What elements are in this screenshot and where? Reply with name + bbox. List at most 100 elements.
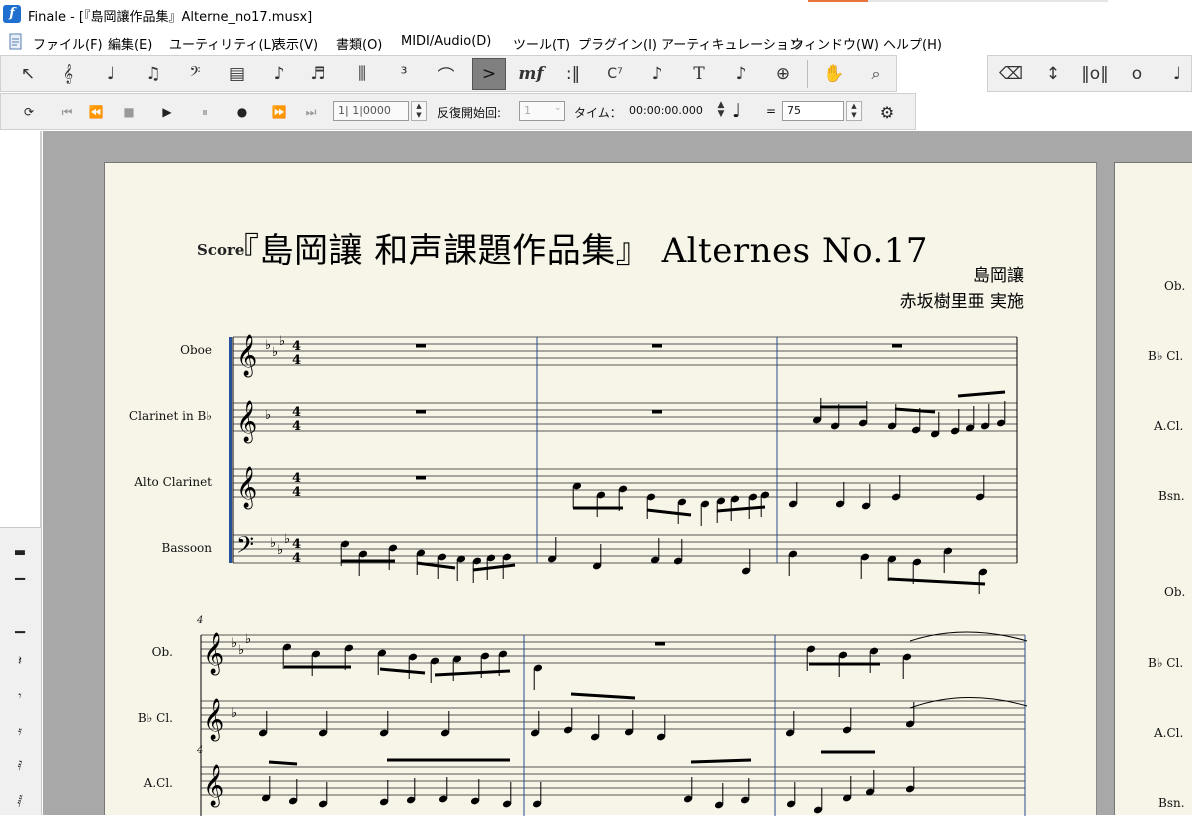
- score-page-2[interactable]: Ob. B♭ Cl. A.Cl. Bsn. Ob. B♭ Cl. A.Cl. B…: [1114, 162, 1192, 815]
- p2-inst-bassoon-2[interactable]: Bsn.: [1158, 796, 1185, 810]
- rewind-to-start-icon[interactable]: ⏮: [55, 101, 79, 123]
- note-tool-icon[interactable]: ♪: [262, 58, 296, 90]
- breve-icon[interactable]: ‖o‖: [1078, 58, 1112, 90]
- expression-tool-icon[interactable]: mf: [514, 58, 548, 90]
- record-icon[interactable]: ●: [230, 101, 254, 123]
- p2-inst-alto-clarinet-2[interactable]: A.Cl.: [1154, 726, 1183, 740]
- measure-position-field[interactable]: 1| 1|0000: [333, 101, 409, 121]
- resize-tool-icon[interactable]: ♪: [724, 58, 758, 90]
- position-spinner[interactable]: ▲ ▼: [411, 101, 427, 121]
- thirty-second-rest-icon[interactable]: 𝅀: [8, 756, 32, 778]
- arranger-text[interactable]: 赤坂樹里亜 実施: [900, 287, 1024, 312]
- tempo-unit-spinner[interactable]: ▲ ▼: [713, 101, 729, 121]
- menu-help[interactable]: ヘルプ(H): [883, 34, 942, 53]
- grace-tool-icon[interactable]: ♬: [301, 58, 335, 90]
- toolbar-separator: [807, 60, 808, 88]
- chord-tool-icon[interactable]: C⁷: [598, 58, 632, 90]
- score-title[interactable]: 『島岡讓 和声課題作品集』 Alternes No.17: [225, 223, 928, 272]
- quarter-rest-pal-icon[interactable]: ▁: [8, 616, 32, 638]
- p2-inst-clarinet[interactable]: B♭ Cl.: [1148, 349, 1183, 363]
- lyrics-tool-icon[interactable]: ♪: [640, 58, 674, 90]
- text-tool-icon[interactable]: T: [682, 58, 716, 90]
- quarter-rest-icon[interactable]: 𝄽: [8, 651, 32, 673]
- sixteenth-rest-icon[interactable]: 𝄿: [8, 721, 32, 743]
- scrub-icon[interactable]: ⟳: [17, 101, 41, 123]
- staff-styles-icon[interactable]: ⫼: [345, 58, 379, 90]
- instrument-short-oboe[interactable]: Ob.: [152, 645, 173, 659]
- p2-inst-oboe-2[interactable]: Ob.: [1164, 585, 1185, 599]
- tempo-field[interactable]: 75: [782, 101, 844, 121]
- treble-clef-icon: 𝄞: [203, 764, 224, 807]
- time-signature-top: 4: [292, 339, 301, 354]
- whole-note-icon[interactable]: o: [1120, 58, 1154, 90]
- play-icon[interactable]: ▶: [155, 101, 179, 123]
- whole-rest: [892, 344, 902, 348]
- page-layout-icon[interactable]: ⊕: [766, 58, 800, 90]
- whole-rest: [652, 344, 662, 348]
- instrument-name-alto-clarinet[interactable]: Alto Clarinet: [134, 475, 212, 489]
- flat-icon: ♭: [279, 334, 285, 349]
- time-signature-top: 4: [292, 405, 301, 420]
- menu-plugins[interactable]: プラグイン(I): [578, 34, 657, 53]
- tempo-spinner[interactable]: ▲ ▼: [846, 101, 862, 121]
- menu-document[interactable]: 書類(O): [336, 34, 382, 53]
- menu-view[interactable]: 表示(V): [273, 34, 318, 53]
- whole-rest: [416, 410, 426, 414]
- flat-icon: ♭: [272, 345, 278, 360]
- instrument-name-clarinet[interactable]: Clarinet in B♭: [129, 409, 212, 423]
- menu-edit[interactable]: 編集(E): [108, 34, 152, 53]
- window-title: Finale - [『島岡讓作品集』Alterne_no17.musx]: [28, 10, 313, 25]
- menu-midi-audio[interactable]: MIDI/Audio(D): [401, 34, 491, 49]
- menu-articulation[interactable]: アーティキュレーション: [661, 34, 802, 53]
- instrument-name-oboe[interactable]: Oboe: [180, 343, 212, 357]
- whole-rest: [416, 344, 426, 348]
- menu-utilities[interactable]: ユーティリティ(L): [169, 34, 276, 53]
- menu-file[interactable]: ファイル(F): [33, 34, 103, 53]
- selection-tool-icon[interactable]: ↖: [11, 58, 45, 90]
- rewind-icon[interactable]: ⏪: [84, 101, 108, 123]
- measure-tool-icon[interactable]: ▤: [220, 58, 254, 90]
- treble-clef-icon: 𝄞: [203, 632, 224, 675]
- forward-to-end-icon[interactable]: ⏭: [299, 101, 323, 123]
- menu-bar: ファイル(F) 編集(E) ユーティリティ(L) 表示(V) 書類(O) MID…: [0, 30, 1192, 54]
- eighth-rest-icon[interactable]: 𝄾: [8, 686, 32, 708]
- sixty-fourth-rest-icon[interactable]: 𝅁: [8, 790, 32, 812]
- hand-grabber-icon[interactable]: ✋: [817, 58, 851, 90]
- flat-icon: ♭: [231, 636, 237, 651]
- fast-forward-icon[interactable]: ⏩: [267, 101, 291, 123]
- score-page[interactable]: 𝄞 𝄞 𝄞 𝄢 4 4 4 4 4 4 4 4 ♭ ♭ ♭ ♭ ♭ ♭ ♭ 𝄞 𝄞 𝄞 ♭ ♭ ♭ ♭ Score 『島岡讓 和声…: [104, 162, 1097, 816]
- clef-tool-icon[interactable]: 𝄢: [178, 58, 212, 90]
- time-signature-bottom: 4: [292, 551, 301, 566]
- zoom-icon[interactable]: ⌕: [859, 58, 893, 90]
- half-note-icon[interactable]: ♩: [1160, 58, 1192, 90]
- titlebar-accent-2: [868, 0, 1108, 2]
- playback-settings-icon[interactable]: ⚙: [874, 99, 900, 125]
- half-rest-icon[interactable]: ▔: [8, 576, 32, 598]
- move-up-down-icon[interactable]: ↕: [1036, 58, 1070, 90]
- p2-inst-alto-clarinet[interactable]: A.Cl.: [1154, 419, 1183, 433]
- simple-entry-icon[interactable]: ♩: [94, 58, 128, 90]
- instrument-short-clarinet[interactable]: B♭ Cl.: [138, 711, 173, 725]
- p2-inst-clarinet-2[interactable]: B♭ Cl.: [1148, 656, 1183, 670]
- menu-tools[interactable]: ツール(T): [513, 34, 570, 53]
- p2-inst-bassoon[interactable]: Bsn.: [1158, 489, 1185, 503]
- eraser-icon[interactable]: ⌫: [994, 58, 1028, 90]
- tuplet-tool-icon[interactable]: ³: [387, 58, 421, 90]
- instrument-name-bassoon[interactable]: Bassoon: [162, 541, 212, 555]
- beam: [957, 390, 1006, 398]
- stop-icon[interactable]: ■: [117, 101, 141, 123]
- composer-text[interactable]: 島岡讓: [973, 261, 1024, 286]
- smart-shape-icon[interactable]: ⌒: [429, 58, 463, 90]
- speedy-entry-icon[interactable]: ♫: [136, 58, 170, 90]
- document-icon[interactable]: [8, 33, 24, 50]
- instrument-short-alto-clarinet[interactable]: A.Cl.: [144, 776, 173, 790]
- whole-rest: [655, 642, 665, 646]
- staff-tool-icon[interactable]: 𝄞: [51, 58, 85, 90]
- pause-icon[interactable]: ⏸: [193, 101, 217, 123]
- bass-clef-icon: 𝄢: [236, 531, 254, 564]
- whole-rest-icon[interactable]: ▬: [8, 542, 32, 564]
- p2-inst-oboe[interactable]: Ob.: [1164, 279, 1185, 293]
- menu-window[interactable]: ウィンドウ(W): [791, 34, 879, 53]
- articulation-tool-icon[interactable]: >: [472, 58, 506, 90]
- repeat-tool-icon[interactable]: :‖: [556, 58, 590, 90]
